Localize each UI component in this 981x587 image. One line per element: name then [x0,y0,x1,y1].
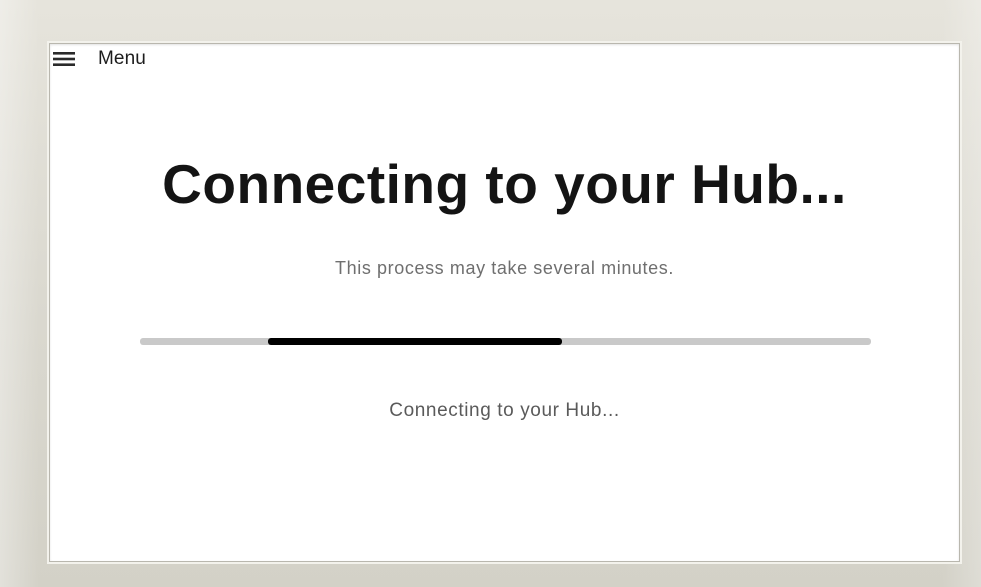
progress-bar-fill [267,338,562,345]
menu-label[interactable]: Menu [98,48,146,70]
progress-bar [140,338,871,345]
hamburger-menu-icon[interactable] [52,50,76,68]
page-subtitle: This process may take several minutes. [335,258,674,278]
status-text: Connecting to your Hub... [389,400,620,421]
device-bezel: Menu Connecting to your Hub... This proc… [0,0,981,587]
device-screen: Menu Connecting to your Hub... This proc… [49,43,960,562]
page-title: Connecting to your Hub... [162,153,847,215]
menu-button[interactable]: Menu [50,44,146,74]
